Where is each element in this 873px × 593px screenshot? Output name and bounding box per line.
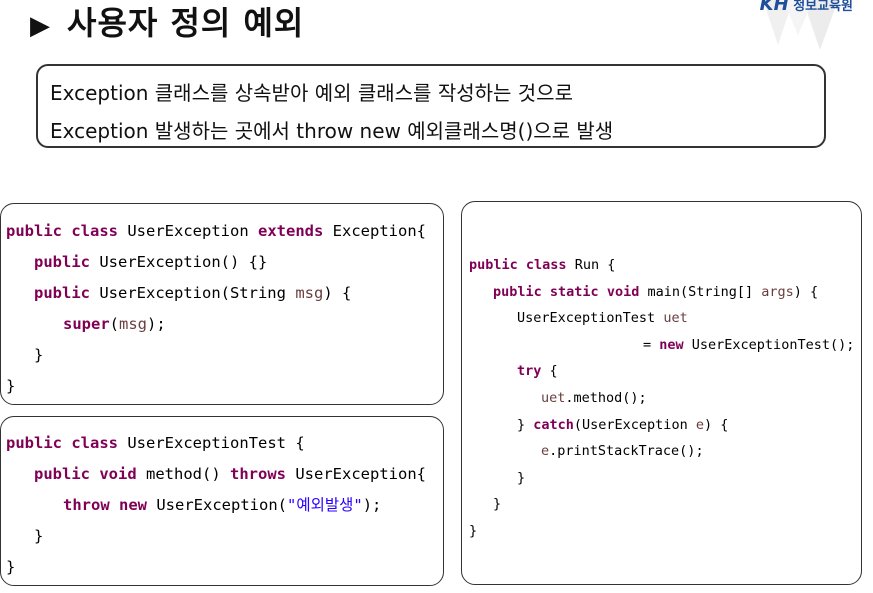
code-keyword: static <box>549 283 599 300</box>
code-keyword: new <box>119 496 148 514</box>
description-line-2: Exception 발생하는 곳에서 throw new 예외클래스명()으로 … <box>50 119 614 143</box>
code-keyword: class <box>71 434 119 452</box>
code-keyword: new <box>659 336 684 353</box>
code-keyword: throws <box>230 465 286 483</box>
code-keyword: public <box>34 284 90 302</box>
code-keyword: public <box>6 222 62 240</box>
triangle-bullet-icon: ▶ <box>30 11 51 41</box>
code-line: public void method() throws UserExceptio… <box>6 459 443 490</box>
code-text: UserException( <box>147 496 287 514</box>
code-text: ) { <box>323 284 352 302</box>
code-keyword: throw <box>63 496 110 514</box>
code-line: } catch(UserException e) { <box>469 412 861 439</box>
code-text: (UserException <box>573 416 696 433</box>
code-line: } <box>493 496 502 513</box>
code-text: UserException <box>118 222 258 240</box>
code-box-run: public class Run { public static void ma… <box>461 201 862 585</box>
code-keyword: public <box>493 283 542 300</box>
code-line: public static void main(String[] args) { <box>469 279 861 306</box>
slide-title-text: 사용자 정의 예외 <box>67 4 305 42</box>
code-param: msg <box>119 315 148 333</box>
code-string: "예외발생" <box>287 496 363 514</box>
description-line-1: Exception 클래스를 상속받아 예외 클래스를 작성하는 것으로 <box>50 81 573 105</box>
code-keyword: public <box>469 257 518 273</box>
code-keyword: void <box>99 465 137 483</box>
code-line: public UserException() {} <box>6 247 443 278</box>
code-param: msg <box>295 284 324 302</box>
code-text: UserExceptionTest { <box>118 434 305 452</box>
code-text: method() <box>136 465 230 483</box>
code-text: ); <box>147 315 166 333</box>
code-variable: uet <box>541 389 566 406</box>
code-line: UserExceptionTest uet <box>469 305 861 332</box>
logo-kh: KH <box>759 0 789 15</box>
code-line: public class UserExceptionTest { <box>6 428 443 459</box>
code-text: { <box>541 363 558 380</box>
code-param: args <box>761 283 794 300</box>
code-text: ); <box>362 496 382 514</box>
code-line: uet.method(); <box>469 385 861 412</box>
description-box: Exception 클래스를 상속받아 예외 클래스를 작성하는 것으로 Exc… <box>36 64 826 148</box>
code-keyword: catch <box>533 416 574 433</box>
code-keyword: public <box>6 434 62 452</box>
code-line: } <box>6 377 16 395</box>
code-text: ) { <box>793 283 819 300</box>
code-keyword: class <box>525 257 567 273</box>
code-text: UserException{ <box>286 465 426 483</box>
code-keyword: void <box>606 283 640 300</box>
code-keyword: extends <box>258 222 324 240</box>
logo-label: 정보교육원 <box>793 0 853 14</box>
code-text: UserException(String <box>90 284 296 302</box>
code-line: } <box>34 346 44 364</box>
code-keyword: public <box>34 465 90 483</box>
code-line: public UserException(String msg) { <box>6 278 443 309</box>
code-text: UserExceptionTest(); <box>683 336 855 353</box>
code-box-user-exception-test: public class UserExceptionTest { public … <box>0 416 444 586</box>
code-box-user-exception: public class UserException extends Excep… <box>0 203 444 405</box>
code-line: try { <box>469 358 861 385</box>
code-variable: e <box>541 443 550 460</box>
code-line: e.printStackTrace(); <box>469 438 861 465</box>
code-line: } <box>6 558 16 576</box>
code-line: } <box>469 522 478 539</box>
logo: KH 정보교육원 <box>760 0 853 15</box>
code-variable: uet <box>663 310 688 327</box>
code-text: UserExceptionTest <box>517 310 664 327</box>
slide-title: ▶ 사용자 정의 예외 <box>30 0 304 44</box>
code-keyword: try <box>517 363 542 380</box>
code-line: } <box>517 469 526 486</box>
code-keyword: super <box>63 315 110 333</box>
code-text: ) { <box>703 416 729 433</box>
code-keyword: public <box>34 253 90 271</box>
code-text: UserException() {} <box>90 253 268 271</box>
code-line: throw new UserException("예외발생"); <box>6 490 443 521</box>
code-text: = <box>643 336 660 353</box>
code-text: Exception{ <box>323 222 426 240</box>
code-text: ( <box>109 315 120 333</box>
code-text: Run { <box>566 257 616 273</box>
code-line: super(msg); <box>6 309 443 340</box>
code-line: = new UserExceptionTest(); <box>469 332 861 359</box>
code-line: public class Run { <box>469 252 861 279</box>
code-line: } <box>34 527 44 545</box>
code-line: public class UserException extends Excep… <box>6 216 443 247</box>
code-keyword: class <box>71 222 119 240</box>
code-text: main(String[] <box>639 283 762 300</box>
code-text: .method(); <box>565 389 647 406</box>
code-text: } <box>517 416 534 433</box>
code-text: .printStackTrace(); <box>549 443 704 460</box>
code-param: e <box>695 416 704 433</box>
